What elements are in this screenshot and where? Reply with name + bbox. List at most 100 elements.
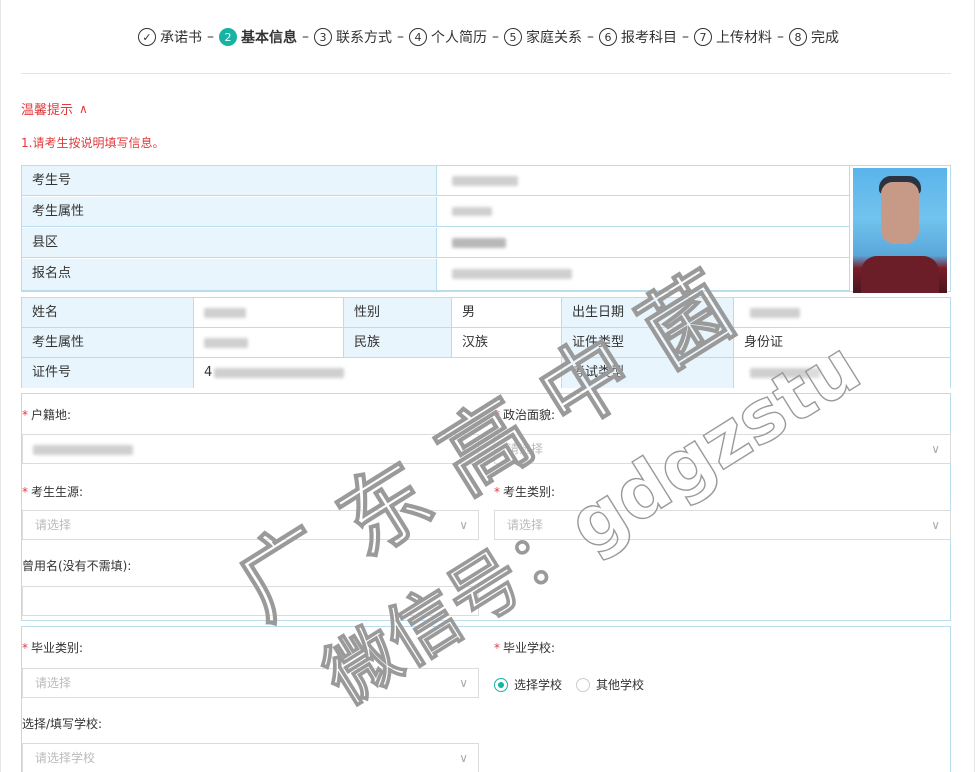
step-number: 8 [789, 28, 807, 46]
step-number: 2 [219, 28, 237, 46]
chevron-down-icon: ∨ [459, 442, 468, 456]
table-row: 报名点 [22, 259, 849, 291]
cell-label: 考生属性 [22, 328, 194, 357]
grad-type-select[interactable]: 请选择 ∨ [22, 668, 479, 698]
step-separator: – [302, 29, 309, 45]
step-label: 家庭关系 [526, 30, 582, 46]
graduation-form-section: * 毕业类别: 请选择 ∨ * 毕业学校: 选择学校 其他学校 选择/填写学校: 请… [21, 626, 951, 772]
step-label: 联系方式 [336, 30, 392, 46]
source-label: * 考生生源: [22, 485, 84, 499]
radio-unchecked-icon [576, 677, 591, 692]
step-separator: – [492, 29, 499, 45]
radio-select-school[interactable]: 选择学校 [494, 676, 562, 693]
politics-label: * 政治面貌: [494, 408, 556, 422]
step-finish[interactable]: 8 完成 [789, 27, 839, 47]
cell-value: 男 [452, 298, 562, 327]
step-separator: – [587, 29, 594, 45]
basic-form-section: * 户籍地: ∨ * 政治面貌: 请选择 ∨ * 考生生源: 请选择 ∨ * 考生类别:… [21, 393, 951, 621]
former-name-label: 曾用名(没有不需填): [22, 559, 132, 573]
cell-value [194, 298, 344, 327]
cell-label: 性别 [344, 298, 452, 327]
tip-toggle[interactable]: 温馨提示 ∧ [21, 99, 88, 119]
candidate-info-table: 考生号 考生属性 县区 报名点 [21, 165, 951, 293]
cell-label: 证件类型 [562, 328, 734, 357]
step-basic-info[interactable]: 2 基本信息 [219, 27, 297, 47]
cell-label: 出生日期 [562, 298, 734, 327]
cell-value [438, 166, 848, 195]
cell-value [438, 197, 848, 226]
school-select[interactable]: 请选择学校 ∨ [22, 743, 479, 772]
grad-school-label: * 毕业学校: [494, 641, 556, 655]
cell-value: 汉族 [452, 328, 562, 357]
step-separator: – [207, 29, 214, 45]
cell-label: 证件号 [22, 358, 194, 388]
step-commitment[interactable]: ✓ 承诺书 [138, 27, 202, 47]
step-label: 上传材料 [716, 30, 772, 46]
step-subjects[interactable]: 6 报考科目 [599, 27, 677, 47]
cell-value: 4 [194, 358, 562, 388]
check-icon: ✓ [138, 28, 156, 46]
page-frame: ✓ 承诺书 – 2 基本信息 – 3 联系方式 – 4 个人简历 – 5 家庭关… [0, 0, 975, 772]
cell-label: 报名点 [22, 259, 437, 290]
hukou-label: * 户籍地: [22, 408, 72, 422]
tip-title: 温馨提示 [21, 103, 74, 118]
step-number: 7 [694, 28, 712, 46]
step-label: 完成 [811, 30, 839, 46]
select-placeholder: 请选择学校 [35, 751, 96, 765]
radio-other-school[interactable]: 其他学校 [576, 676, 644, 693]
table-row: 考生属性 民族 汉族 证件类型 身份证 [22, 328, 950, 358]
table-row: 考生号 [22, 166, 849, 196]
cell-label: 考生属性 [22, 197, 437, 226]
source-select[interactable]: 请选择 ∨ [22, 510, 479, 540]
step-number: 5 [504, 28, 522, 46]
step-number: 4 [409, 28, 427, 46]
cell-label: 民族 [344, 328, 452, 357]
select-placeholder: 请选择 [507, 442, 544, 456]
candidate-photo [853, 168, 947, 293]
chevron-down-icon: ∨ [931, 518, 940, 532]
step-number: 6 [599, 28, 617, 46]
header-divider [21, 73, 951, 74]
category-label: * 考生类别: [494, 485, 556, 499]
cell-label: 姓名 [22, 298, 194, 327]
id-number: 4 [204, 365, 213, 380]
chevron-down-icon: ∨ [459, 676, 468, 690]
chevron-down-icon: ∨ [459, 518, 468, 532]
step-separator: – [397, 29, 404, 45]
cell-value [438, 259, 848, 290]
table-row: 县区 [22, 228, 849, 258]
grad-type-label: * 毕业类别: [22, 641, 84, 655]
cell-value [438, 228, 848, 257]
table-row: 姓名 性别 男 出生日期 [22, 298, 950, 328]
step-separator: – [682, 29, 689, 45]
category-select[interactable]: 请选择 ∨ [494, 510, 951, 540]
chevron-down-icon: ∨ [459, 751, 468, 765]
step-upload[interactable]: 7 上传材料 [694, 27, 772, 47]
cell-value [734, 358, 950, 388]
hukou-select[interactable]: ∨ [22, 434, 479, 464]
step-number: 3 [314, 28, 332, 46]
step-family[interactable]: 5 家庭关系 [504, 27, 582, 47]
cell-label: 县区 [22, 228, 437, 257]
table-row: 考生属性 [22, 197, 849, 227]
photo-cell [849, 166, 950, 293]
cell-value [194, 328, 344, 357]
select-placeholder: 请选择 [35, 676, 72, 690]
chevron-down-icon: ∨ [931, 442, 940, 456]
table-row: 证件号 4 考试类型 [22, 358, 950, 388]
former-name-input[interactable] [22, 586, 479, 616]
school-input-label: 选择/填写学校: [22, 717, 103, 731]
cell-value: 身份证 [734, 328, 950, 357]
politics-select[interactable]: 请选择 ∨ [494, 434, 951, 464]
step-contact[interactable]: 3 联系方式 [314, 27, 392, 47]
select-placeholder: 请选择 [35, 518, 72, 532]
step-label: 报考科目 [621, 30, 677, 46]
step-resume[interactable]: 4 个人简历 [409, 27, 487, 47]
step-separator: – [777, 29, 784, 45]
step-label: 基本信息 [241, 30, 297, 46]
select-placeholder: 请选择 [507, 518, 544, 532]
radio-checked-icon [494, 677, 508, 692]
cell-label: 考试类型 [562, 358, 734, 388]
tip-text: 1.请考生按说明填写信息。 [21, 136, 165, 150]
cell-label: 考生号 [22, 166, 437, 195]
